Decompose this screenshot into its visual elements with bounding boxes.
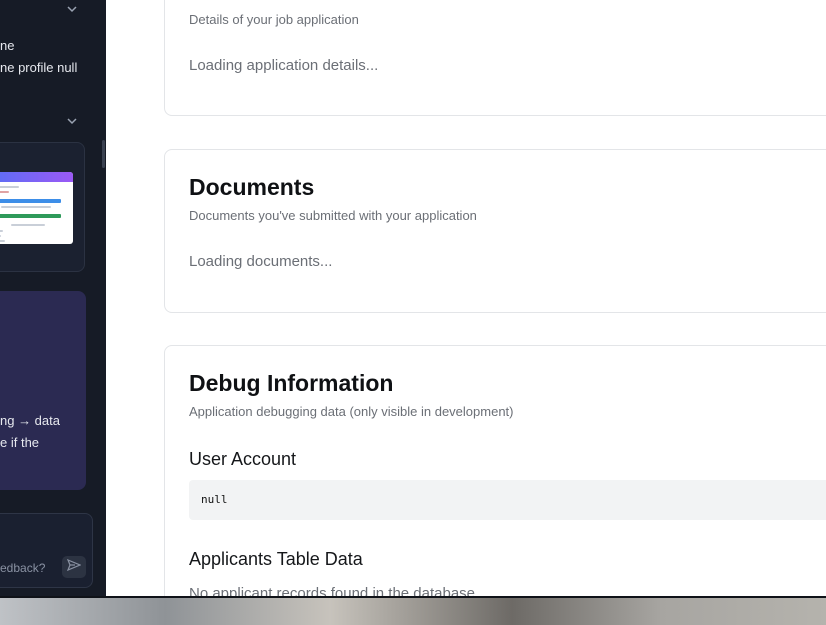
side-text-line: ne — [0, 38, 15, 53]
desktop-background — [0, 598, 826, 625]
side-text-line: ne profile null — [0, 60, 78, 75]
applicants-table-heading: Applicants Table Data — [189, 549, 363, 569]
card-subtitle: Details of your job application — [189, 12, 359, 27]
assistant-message-card — [0, 291, 86, 490]
panel-scrollbar[interactable] — [102, 140, 105, 168]
card-subtitle: Documents you've submitted with your app… — [189, 208, 477, 223]
card-title: Debug Information — [189, 370, 394, 396]
chevron-down-icon[interactable] — [66, 2, 78, 14]
user-account-code-block: null — [189, 480, 826, 520]
chevron-down-icon[interactable] — [66, 114, 78, 126]
debug-information-card: Debug Information Application debugging … — [164, 345, 826, 597]
user-account-heading: User Account — [189, 449, 297, 469]
screenshot-attachment-card[interactable] — [0, 142, 85, 272]
send-icon — [66, 558, 82, 576]
side-text-line: ng → data — [0, 413, 60, 428]
user-account-value: null — [201, 493, 228, 506]
screenshot-thumbnail[interactable] — [0, 172, 73, 244]
application-details-card: Details of your job application Loading … — [164, 0, 826, 116]
feedback-input-placeholder: edback? — [0, 561, 46, 575]
side-text-line: e if the — [0, 435, 40, 450]
card-subtitle: Application debugging data (only visible… — [189, 404, 514, 419]
loading-text: Loading application details... — [189, 57, 379, 74]
documents-card: Documents Documents you've submitted wit… — [164, 149, 826, 313]
chat-side-panel: ne ne profile null ng → data e if the ed… — [0, 0, 106, 598]
loading-text: Loading documents... — [189, 253, 333, 270]
main-content: Details of your job application Loading … — [106, 0, 826, 597]
card-title: Documents — [189, 174, 315, 200]
send-button[interactable] — [62, 556, 86, 578]
